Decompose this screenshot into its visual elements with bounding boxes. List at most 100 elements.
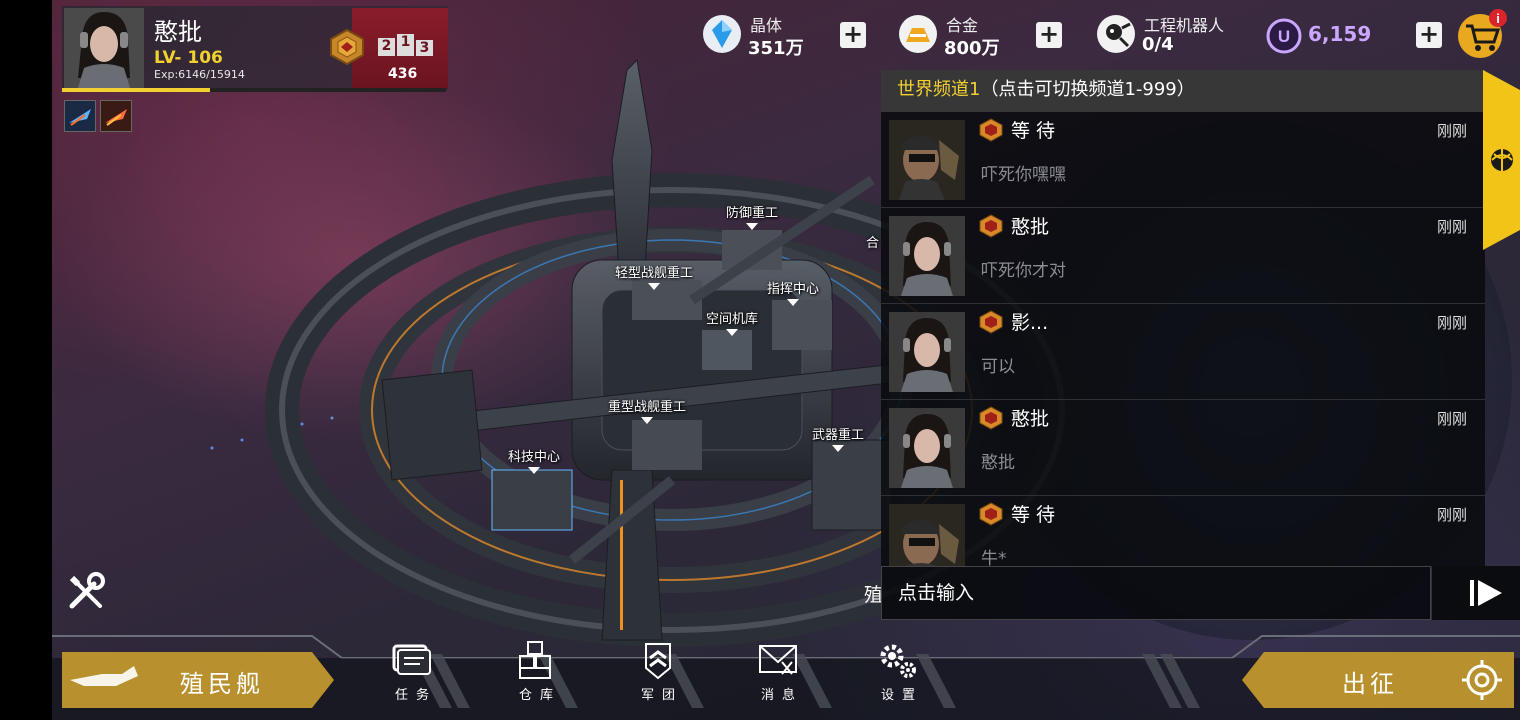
robot-label: 工程机器人 <box>1144 16 1225 35</box>
chat-panel[interactable]: 世界频道1（点击可切换频道1-999） 等 待 刚刚 吓死你嘿嘿 憨批 刚刚 吓… <box>881 70 1485 566</box>
chat-message-nick[interactable]: 憨批 <box>1011 404 1049 431</box>
eyepatch-man-avatar-icon[interactable] <box>889 504 965 566</box>
chat-message[interactable]: 等 待 刚刚 吓死你嘿嘿 <box>881 112 1485 208</box>
nav-legion-label: 军团 <box>640 688 683 703</box>
building-label-heavy-ship[interactable]: 重型战舰重工 <box>608 396 686 424</box>
chat-message-text: 可以 <box>981 357 1015 377</box>
chat-message-time: 刚刚 <box>1437 218 1468 236</box>
add-crystal-button[interactable]: + <box>840 22 866 48</box>
blue-ship-buff-icon <box>65 101 95 131</box>
alloy-value: 800万 <box>944 38 1000 59</box>
chat-channel-switch-tab[interactable] <box>1483 70 1520 250</box>
headset-woman-portrait-icon <box>64 8 144 88</box>
nav-settings[interactable]: 设置 <box>858 640 938 706</box>
task-icon <box>392 644 431 675</box>
nav-messages[interactable]: 消息 <box>738 640 818 706</box>
headset-woman-avatar-icon[interactable] <box>889 216 965 296</box>
chat-send-button[interactable] <box>1432 566 1520 620</box>
send-play-icon <box>1470 580 1502 606</box>
alloy-label: 合金 <box>946 16 979 35</box>
chat-message-time: 刚刚 <box>1437 122 1468 140</box>
building-label-light-ship[interactable]: 轻型战舰重工 <box>615 262 693 290</box>
chat-channel-hint: （点击可切换频道1-999） <box>980 79 1195 100</box>
u-currency-icon[interactable]: U <box>1266 18 1302 54</box>
alloy-icon <box>899 15 937 53</box>
nav-messages-label: 消息 <box>760 688 803 703</box>
chat-message-text: 憨批 <box>981 453 1015 473</box>
rank-podium: 2 1 3 <box>378 34 433 56</box>
chat-channel-name: 世界频道1 <box>897 79 981 100</box>
nav-legion[interactable]: 军团 <box>618 640 698 706</box>
chat-message-nick[interactable]: 等 待 <box>1011 500 1055 527</box>
rank-badge-icon <box>979 214 1003 238</box>
building-label-command[interactable]: 指挥中心 <box>767 278 819 306</box>
exp-progress-bar <box>62 88 446 92</box>
nav-tasks-label: 任务 <box>394 688 437 703</box>
buff-icon-1[interactable] <box>64 100 96 132</box>
left-black-margin <box>0 0 52 720</box>
rank-badge-icon <box>979 310 1003 334</box>
rank-badge-icon <box>979 502 1003 526</box>
svg-text:U: U <box>1278 27 1290 46</box>
expedition-button[interactable]: 出征 <box>1242 652 1514 708</box>
chat-input-placeholder: 点击输入 <box>898 582 975 604</box>
svg-text:i: i <box>1496 11 1500 26</box>
chat-input-field[interactable]: 点击输入 <box>881 566 1431 620</box>
exp-progress-fill <box>62 88 211 92</box>
chat-message[interactable]: 影... 刚刚 可以 <box>881 304 1485 400</box>
colony-ship-button[interactable]: 殖民舰 <box>62 652 334 708</box>
building-label-defense[interactable]: 防御重工 <box>726 202 778 230</box>
add-alloy-button[interactable]: + <box>1036 22 1062 48</box>
chat-message[interactable]: 憨批 刚刚 憨批 <box>881 400 1485 496</box>
chat-channel-header[interactable]: 世界频道1（点击可切换频道1-999） <box>881 70 1485 112</box>
resource-alloy[interactable]: 合金 800万 <box>898 10 1018 60</box>
building-label-hangar[interactable]: 空间机库 <box>706 308 758 336</box>
rank-digit-2nd: 2 <box>378 38 395 56</box>
colony-ship-label: 殖民舰 <box>180 670 264 698</box>
crystal-label: 晶体 <box>750 16 783 35</box>
chat-message-time: 刚刚 <box>1437 314 1468 332</box>
player-avatar[interactable] <box>64 8 144 88</box>
nav-warehouse[interactable]: 仓库 <box>496 640 576 706</box>
expedition-label: 出征 <box>1342 670 1398 698</box>
player-level: LV- 106 <box>154 48 223 68</box>
u-currency-value: 6,159 <box>1308 22 1372 46</box>
robot-value: 0/4 <box>1142 34 1174 55</box>
chat-message[interactable]: 等 待 刚刚 牛* <box>881 496 1485 566</box>
building-label-partial[interactable]: 合 <box>866 232 879 251</box>
player-profile-panel[interactable]: 憨批 LV- 106 Exp:6146/15914 2 1 3 436 <box>62 6 448 92</box>
rank-digit-1st: 1 <box>397 34 414 56</box>
eyepatch-man-avatar-icon[interactable] <box>889 120 965 200</box>
nav-warehouse-label: 仓库 <box>518 688 561 703</box>
chat-message-text: 牛* <box>981 549 1007 566</box>
resource-crystal[interactable]: 晶体 351万 <box>702 10 822 60</box>
chat-message[interactable]: 憨批 刚刚 吓死你才对 <box>881 208 1485 304</box>
rank-digit-3rd: 3 <box>416 40 433 56</box>
headset-woman-avatar-icon[interactable] <box>889 408 965 488</box>
add-u-currency-button[interactable]: + <box>1416 22 1442 48</box>
nav-tasks[interactable]: 任务 <box>372 640 452 706</box>
chevron-shield-icon <box>645 643 671 680</box>
rank-badge-icon <box>979 118 1003 142</box>
shop-cart-icon[interactable]: i <box>1456 8 1512 60</box>
headset-woman-avatar-icon[interactable] <box>889 312 965 392</box>
red-ship-buff-icon <box>101 101 131 131</box>
chat-message-nick[interactable]: 影... <box>1011 308 1048 335</box>
resource-robot[interactable]: 工程机器人 0/4 <box>1096 10 1246 60</box>
player-exp: Exp:6146/15914 <box>154 68 245 81</box>
building-label-tech[interactable]: 科技中心 <box>508 446 560 474</box>
rank-score: 436 <box>388 66 418 82</box>
wrench-screwdriver-icon[interactable] <box>64 570 108 614</box>
nav-settings-label: 设置 <box>880 688 923 703</box>
chat-message-nick[interactable]: 等 待 <box>1011 116 1055 143</box>
engineering-robot-icon <box>1097 15 1135 53</box>
building-label-weapon[interactable]: 武器重工 <box>812 424 864 452</box>
boxes-icon <box>519 641 551 679</box>
gears-icon <box>880 644 916 678</box>
buff-icon-2[interactable] <box>100 100 132 132</box>
chat-message-text: 吓死你嘿嘿 <box>981 165 1066 185</box>
chat-message-nick[interactable]: 憨批 <box>1011 212 1049 239</box>
crystal-icon <box>703 15 741 53</box>
rank-medal-icon <box>330 28 364 66</box>
rank-badge-icon <box>979 406 1003 430</box>
